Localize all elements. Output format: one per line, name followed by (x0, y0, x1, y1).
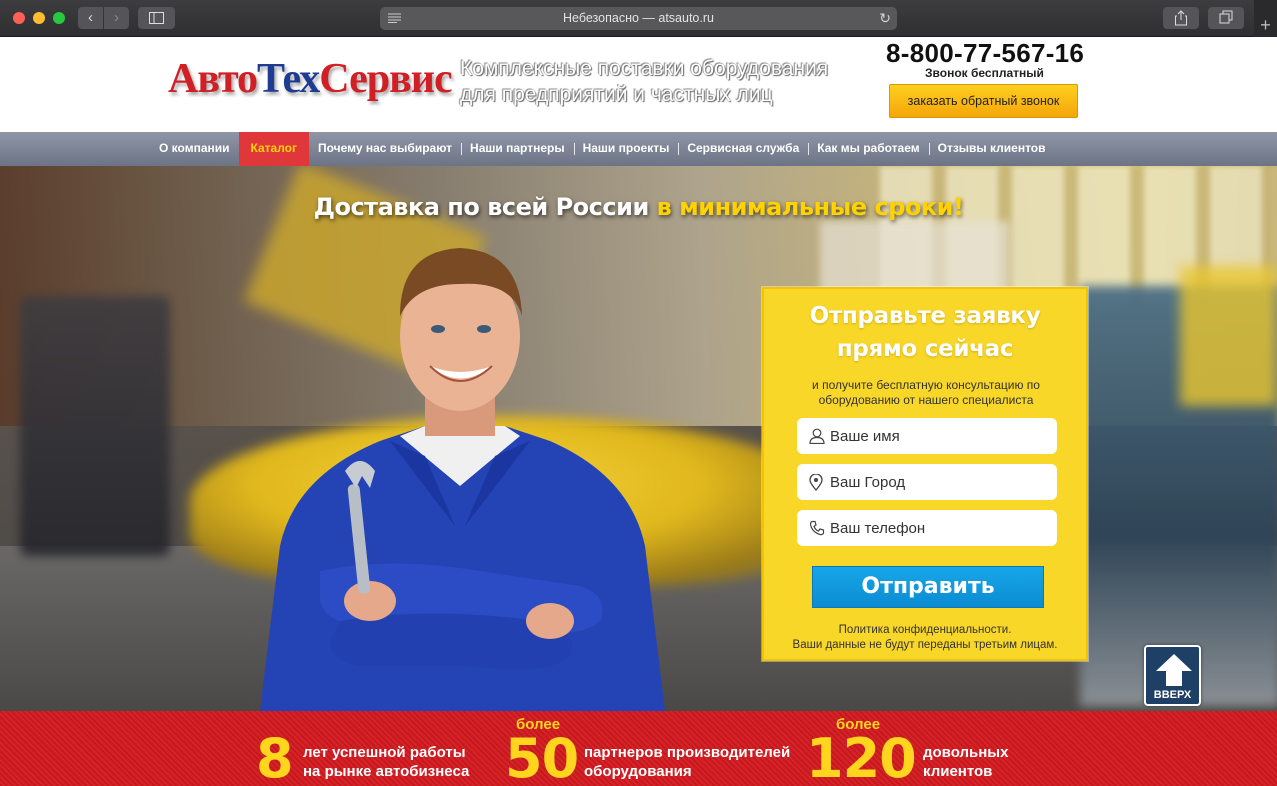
hero-title-accent: в минимальные сроки! (656, 193, 964, 221)
address-bar[interactable]: Небезопасно — atsauto.ru ↻ (380, 7, 897, 30)
hero-title-main: Доставка по всей России (313, 193, 657, 221)
nav-item-about[interactable]: О компании (150, 132, 239, 166)
user-icon (809, 428, 825, 444)
phone-note: Звонок бесплатный (925, 66, 1044, 80)
reader-menu-icon (388, 13, 401, 23)
form-title-line-1: Отправьте заявку (809, 303, 1041, 329)
browser-toolbar: ‹ › Небезопасно — atsauto.ru ↻ + (0, 0, 1277, 37)
zoom-window-button[interactable] (53, 12, 65, 24)
name-field[interactable] (797, 418, 1057, 454)
form-title-line-2: прямо сейчас (836, 336, 1014, 362)
tagline-line-1: Комплексные поставки оборудования (460, 57, 829, 80)
stat-partners-label: партнеров производителей оборудования (584, 743, 790, 781)
hero-title: Доставка по всей России в минимальные ср… (0, 193, 1277, 221)
callback-button[interactable]: заказать обратный звонок (889, 84, 1078, 118)
phone-field[interactable] (797, 510, 1057, 546)
nav-item-how-we-work[interactable]: Как мы работаем (808, 132, 928, 166)
background-machine (20, 296, 170, 556)
minimize-window-button[interactable] (33, 12, 45, 24)
logo-part-servis: Сервис (319, 56, 452, 102)
back-button[interactable]: ‹ (78, 7, 103, 29)
stat-years-label: лет успешной работы на рынке автобизнеса (303, 743, 469, 781)
mechanic-photo (260, 248, 665, 711)
forward-button[interactable]: › (104, 7, 129, 29)
stat-partners-line-2: оборудования (584, 763, 692, 780)
background-right-car-yellow (1180, 266, 1277, 406)
nav-item-why-us[interactable]: Почему нас выбирают (309, 132, 461, 166)
nav-item-catalog[interactable]: Каталог (238, 132, 309, 166)
submit-button[interactable]: Отправить (812, 566, 1044, 608)
form-title: Отправьте заявку прямо сейчас (764, 300, 1086, 366)
site-tagline: Комплексные поставки оборудования для пр… (460, 56, 880, 108)
plus-icon: + (1260, 15, 1271, 35)
form-subtitle-line-1: и получите бесплатную консультацию по (812, 378, 1040, 392)
tagline-line-2: для предприятий и частных лиц (460, 83, 773, 106)
main-nav: О компании Каталог Почему нас выбирают Н… (0, 132, 1277, 166)
stats-strip: 8 лет успешной работы на рынке автобизне… (0, 711, 1277, 786)
logo-part-teh: Тех (257, 56, 320, 102)
share-button[interactable] (1163, 7, 1199, 29)
scroll-top-button[interactable]: ВВЕРХ (1144, 645, 1201, 706)
new-tab-button[interactable]: + (1254, 0, 1277, 37)
stat-clients-number: 120 (806, 727, 917, 786)
sidebar-icon (149, 12, 164, 24)
stat-clients-label: довольных клиентов (923, 743, 1008, 781)
tab-overview-button[interactable] (1208, 7, 1244, 29)
phone-icon (809, 520, 825, 536)
lead-form: Отправьте заявку прямо сейчас и получите… (762, 287, 1088, 661)
site-logo[interactable]: АвтоТехСервис (168, 55, 453, 103)
map-pin-icon (809, 474, 823, 491)
name-input[interactable] (830, 418, 1050, 454)
nav-item-service[interactable]: Сервисная служба (678, 132, 808, 166)
hero-section: Доставка по всей России в минимальные ср… (0, 166, 1277, 711)
nav-item-reviews[interactable]: Отзывы клиентов (928, 132, 1055, 166)
close-window-button[interactable] (13, 12, 25, 24)
nav-item-projects[interactable]: Наши проекты (573, 132, 679, 166)
stat-years-line-2: на рынке автобизнеса (303, 763, 470, 780)
arrow-up-icon (1156, 654, 1192, 686)
stat-clients-line-1: довольных (923, 744, 1009, 761)
phone-input[interactable] (830, 510, 1050, 546)
privacy-policy-link[interactable]: Политика конфиденциальности. (764, 623, 1086, 638)
chevron-right-icon: › (114, 9, 119, 26)
form-subtitle: и получите бесплатную консультацию по об… (784, 378, 1068, 408)
share-icon (1175, 10, 1187, 26)
privacy-note: Политика конфиденциальности. Ваши данные… (764, 623, 1086, 653)
phone-number[interactable]: 8-800-77-567-16 (886, 38, 1084, 69)
form-subtitle-line-2: оборудованию от нашего специалиста (818, 393, 1034, 407)
city-input[interactable] (830, 464, 1050, 500)
scroll-top-label: ВВЕРХ (1153, 689, 1192, 701)
url-text: Небезопасно — atsauto.ru (563, 11, 714, 25)
privacy-note-text: Ваши данные не будут переданы третьим ли… (792, 639, 1058, 651)
nav-item-partners[interactable]: Наши партнеры (461, 132, 574, 166)
reload-icon[interactable]: ↻ (879, 11, 891, 25)
stat-years-number: 8 (256, 727, 294, 786)
stat-clients-line-2: клиентов (923, 763, 993, 780)
stat-partners-number: 50 (505, 727, 579, 786)
stat-years-line-1: лет успешной работы (303, 744, 466, 761)
chevron-left-icon: ‹ (88, 9, 93, 26)
sidebar-toggle-button[interactable] (138, 7, 175, 29)
city-field[interactable] (797, 464, 1057, 500)
tabs-icon (1219, 10, 1233, 24)
stat-partners-line-1: партнеров производителей (584, 744, 791, 761)
logo-part-avto: Авто (168, 56, 258, 102)
site-header: АвтоТехСервис Комплексные поставки обору… (0, 37, 1277, 132)
